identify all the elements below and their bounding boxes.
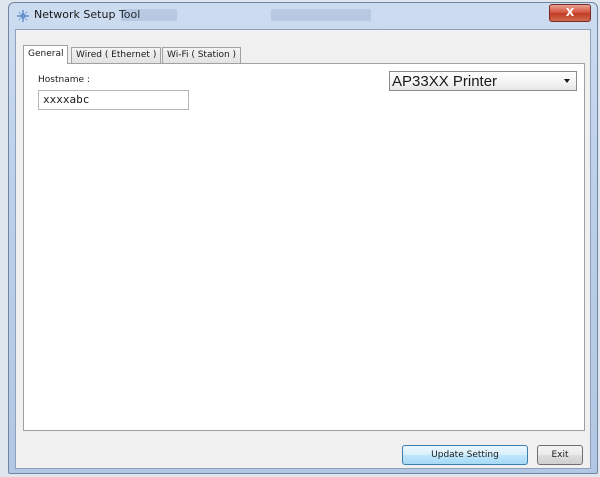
tab-wired-ethernet[interactable]: Wired ( Ethernet ) [71, 47, 162, 63]
network-setup-window: Network Setup Tool X General Wired ( Eth… [8, 2, 598, 474]
tab-wifi-station[interactable]: Wi-Fi ( Station ) [162, 47, 242, 63]
close-icon: X [565, 6, 575, 19]
general-tab-panel: Hostname : xxxxabc AP33XX Printer [23, 63, 585, 431]
background-window-ghost [271, 9, 371, 21]
tab-general[interactable]: General [23, 45, 69, 64]
window-client-area: General Wired ( Ethernet ) Wi-Fi ( Stati… [15, 29, 591, 469]
update-setting-button[interactable]: Update Setting [402, 445, 528, 465]
printer-model-select[interactable]: AP33XX Printer [389, 71, 577, 91]
hostname-field[interactable]: xxxxabc [38, 90, 189, 110]
hostname-label: Hostname : [38, 75, 90, 85]
close-button[interactable]: X [549, 4, 591, 22]
chevron-down-icon [564, 79, 570, 83]
background-window-ghost [121, 9, 177, 21]
network-icon [17, 10, 29, 22]
printer-model-value: AP33XX Printer [392, 73, 498, 90]
title-bar[interactable]: Network Setup Tool X [9, 3, 597, 29]
exit-button[interactable]: Exit [537, 445, 583, 465]
